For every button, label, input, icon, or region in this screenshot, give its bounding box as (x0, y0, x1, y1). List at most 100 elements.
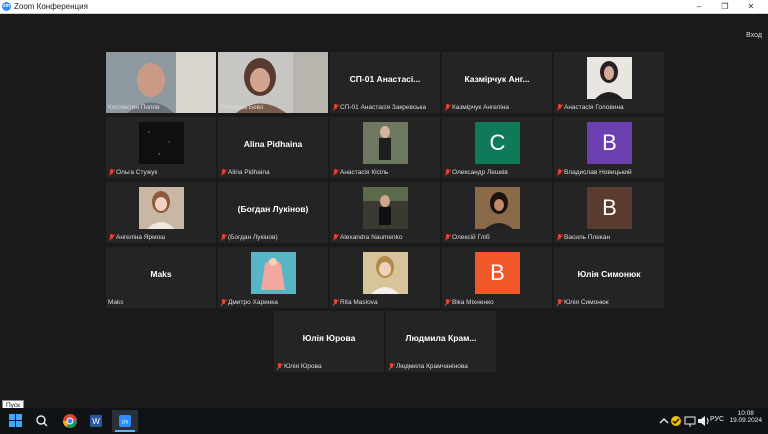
muted-mic-icon (444, 169, 451, 176)
muted-mic-icon (444, 104, 451, 111)
participant-display-name: Юлія Симонюк (577, 269, 641, 279)
muted-mic-icon (108, 169, 115, 176)
muted-mic-icon (388, 363, 395, 370)
participant-name: Олександр Лешків (452, 169, 508, 176)
participant-name: СП-01 Анастасія Закревська (340, 104, 427, 111)
participant-tile[interactable]: Костянтин Попов (106, 52, 216, 113)
profile-photo (363, 252, 408, 294)
participant-display-name: (Богдан Лукінов) (237, 204, 309, 214)
participant-name: Віка Міхненко (452, 299, 494, 306)
participant-display-name: Alina Pidhaina (243, 139, 303, 149)
clock-time: 10:08 (737, 410, 754, 417)
language-indicator[interactable]: РУС (710, 416, 724, 423)
participant-name: Анастасія Кісіль (340, 169, 389, 176)
participant-tile[interactable]: Alexandra Naumenko (330, 182, 440, 243)
window-title: Zoom Конференция (14, 2, 88, 11)
participant-name: Олексій Гліб (452, 234, 490, 241)
participant-name: Alexandra Naumenko (340, 234, 403, 241)
muted-mic-icon (332, 169, 339, 176)
participant-tile[interactable]: Дмитро Харинка (218, 247, 328, 308)
muted-mic-icon (556, 299, 563, 306)
participant-name: Юлія Симонюк (564, 299, 609, 306)
participant-name: (Богдан Лукінов) (228, 234, 278, 241)
participant-tile[interactable]: Юлія Юрова Юлія Юрова (274, 311, 384, 372)
participant-tile[interactable]: С Олександр Лешків (442, 117, 552, 178)
participant-tile[interactable]: Ангеліна Ярмош (106, 182, 216, 243)
participant-display-name: СП-01 Анастасі... (349, 74, 421, 84)
svg-text:zm: zm (122, 420, 129, 426)
zoom-icon: zm (119, 415, 131, 427)
participant-initial: С (475, 122, 520, 164)
muted-mic-icon (444, 299, 451, 306)
participant-tile[interactable]: СП-01 Анастасі... СП-01 Анастасія Закрев… (330, 52, 440, 113)
participant-tile[interactable]: B Василь Плекан (554, 182, 664, 243)
participant-tile[interactable]: Юлія Симонюк Юлія Симонюк (554, 247, 664, 308)
participant-tile[interactable]: Олексій Гліб (442, 182, 552, 243)
taskbar: W zm РУС 10:08 19.09.2024 (0, 408, 768, 434)
participant-tile[interactable]: Ольга Стужук (106, 117, 216, 178)
muted-mic-icon (220, 234, 227, 241)
participant-display-name: Maks (150, 269, 172, 279)
profile-photo (363, 187, 408, 229)
participant-tile[interactable]: Rita Maslova (330, 247, 440, 308)
participant-tile[interactable]: B Владислав Новицький (554, 117, 664, 178)
muted-mic-icon (332, 104, 339, 111)
gallery-view: Вход Костянтин Попов Світлана Бевз СП-01… (0, 14, 768, 408)
participant-tile[interactable]: Людмила Крам... Людмила Крамчанінова (386, 311, 496, 372)
profile-photo (139, 187, 184, 229)
participant-tile[interactable]: Казмірчук Анг... Казмірчук Ангеліна (442, 52, 552, 113)
muted-mic-icon (220, 169, 227, 176)
muted-mic-icon (556, 104, 563, 111)
muted-mic-icon (444, 234, 451, 241)
participant-tile[interactable]: B Віка Міхненко (442, 247, 552, 308)
profile-photo (251, 252, 296, 294)
title-bar: zm Zoom Конференция – ❐ ✕ (0, 0, 768, 14)
muted-mic-icon (332, 299, 339, 306)
participant-initial: B (475, 252, 520, 294)
participant-initial: B (587, 122, 632, 164)
muted-mic-icon (276, 363, 283, 370)
participant-name: Владислав Новицький (564, 169, 632, 176)
profile-photo (363, 122, 408, 164)
zoom-app-icon: zm (2, 2, 11, 11)
muted-mic-icon (108, 234, 115, 241)
participant-name: Alina Pidhaina (228, 169, 270, 176)
participant-name: Людмила Крамчанінова (396, 363, 468, 370)
participant-display-name: Казмірчук Анг... (464, 74, 530, 84)
chrome-icon[interactable] (60, 412, 80, 430)
participant-initial: B (587, 187, 632, 229)
windows-start-icon[interactable] (6, 412, 26, 430)
participant-name: Дмитро Харинка (228, 299, 278, 306)
login-button[interactable]: Вход (746, 32, 762, 39)
participant-tile[interactable]: Анастасія Головина (554, 52, 664, 113)
participant-name: Юлія Юрова (284, 363, 322, 370)
participant-tile[interactable]: Alina Pidhaina Alina Pidhaina (218, 117, 328, 178)
participant-name: Костянтин Попов (108, 104, 160, 111)
participant-name: Казмірчук Ангеліна (452, 104, 509, 111)
participant-display-name: Людмила Крам... (405, 333, 477, 343)
participant-tile[interactable]: Світлана Бевз (218, 52, 328, 113)
zoom-taskbar-button[interactable]: zm (112, 410, 138, 432)
muted-mic-icon (220, 299, 227, 306)
participant-name: Світлана Бевз (220, 104, 264, 111)
close-button[interactable]: ✕ (740, 0, 762, 13)
word-icon[interactable]: W (86, 412, 106, 430)
participant-tile[interactable]: (Богдан Лукінов) (Богдан Лукінов) (218, 182, 328, 243)
participant-name: Ангеліна Ярмош (116, 234, 166, 241)
profile-photo (475, 187, 520, 229)
profile-photo (139, 122, 184, 164)
participant-tile[interactable]: Maks Maks (106, 247, 216, 308)
muted-mic-icon (556, 169, 563, 176)
participant-name: Анастасія Головина (564, 104, 624, 111)
participant-display-name: Юлія Юрова (302, 333, 356, 343)
system-clock[interactable]: 10:08 19.09.2024 (729, 410, 762, 424)
svg-text:W: W (92, 417, 100, 426)
participant-name: Ольга Стужук (116, 169, 158, 176)
profile-photo (587, 57, 632, 99)
muted-mic-icon (556, 234, 563, 241)
search-icon[interactable] (32, 412, 52, 430)
participant-tile[interactable]: Анастасія Кісіль (330, 117, 440, 178)
muted-mic-icon (332, 234, 339, 241)
restore-button[interactable]: ❐ (714, 0, 736, 13)
minimize-button[interactable]: – (688, 0, 710, 13)
